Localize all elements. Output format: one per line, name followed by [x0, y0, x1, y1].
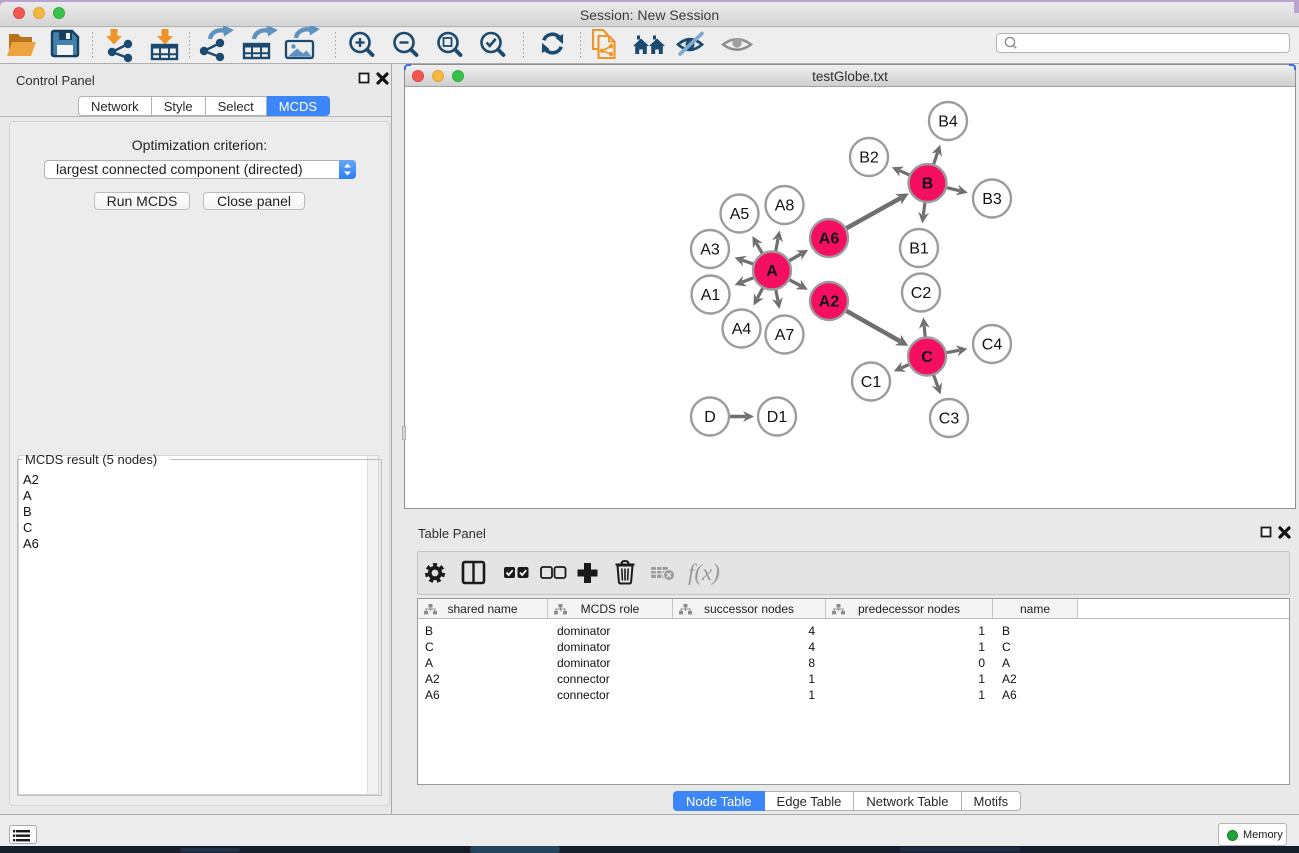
svg-text:C: C — [921, 349, 933, 366]
svg-text:A5: A5 — [730, 206, 750, 223]
svg-text:A7: A7 — [775, 327, 795, 344]
svg-text:C4: C4 — [982, 337, 1003, 354]
svg-text:A8: A8 — [775, 198, 795, 215]
svg-text:B2: B2 — [859, 150, 879, 167]
svg-text:B3: B3 — [982, 191, 1002, 208]
svg-text:A4: A4 — [732, 321, 752, 338]
svg-text:f(x): f(x) — [688, 560, 720, 585]
svg-text:B: B — [922, 176, 934, 193]
svg-text:D: D — [704, 409, 716, 426]
svg-text:C3: C3 — [939, 411, 960, 428]
svg-text:A3: A3 — [700, 242, 720, 259]
svg-text:C1: C1 — [861, 374, 882, 391]
svg-text:A1: A1 — [701, 287, 721, 304]
svg-text:B1: B1 — [909, 241, 929, 258]
svg-text:A2: A2 — [819, 294, 840, 311]
svg-text:D1: D1 — [767, 409, 788, 426]
svg-text:A6: A6 — [819, 231, 840, 248]
svg-text:A: A — [766, 263, 778, 280]
svg-text:B4: B4 — [938, 114, 958, 131]
svg-text:C2: C2 — [911, 285, 932, 302]
